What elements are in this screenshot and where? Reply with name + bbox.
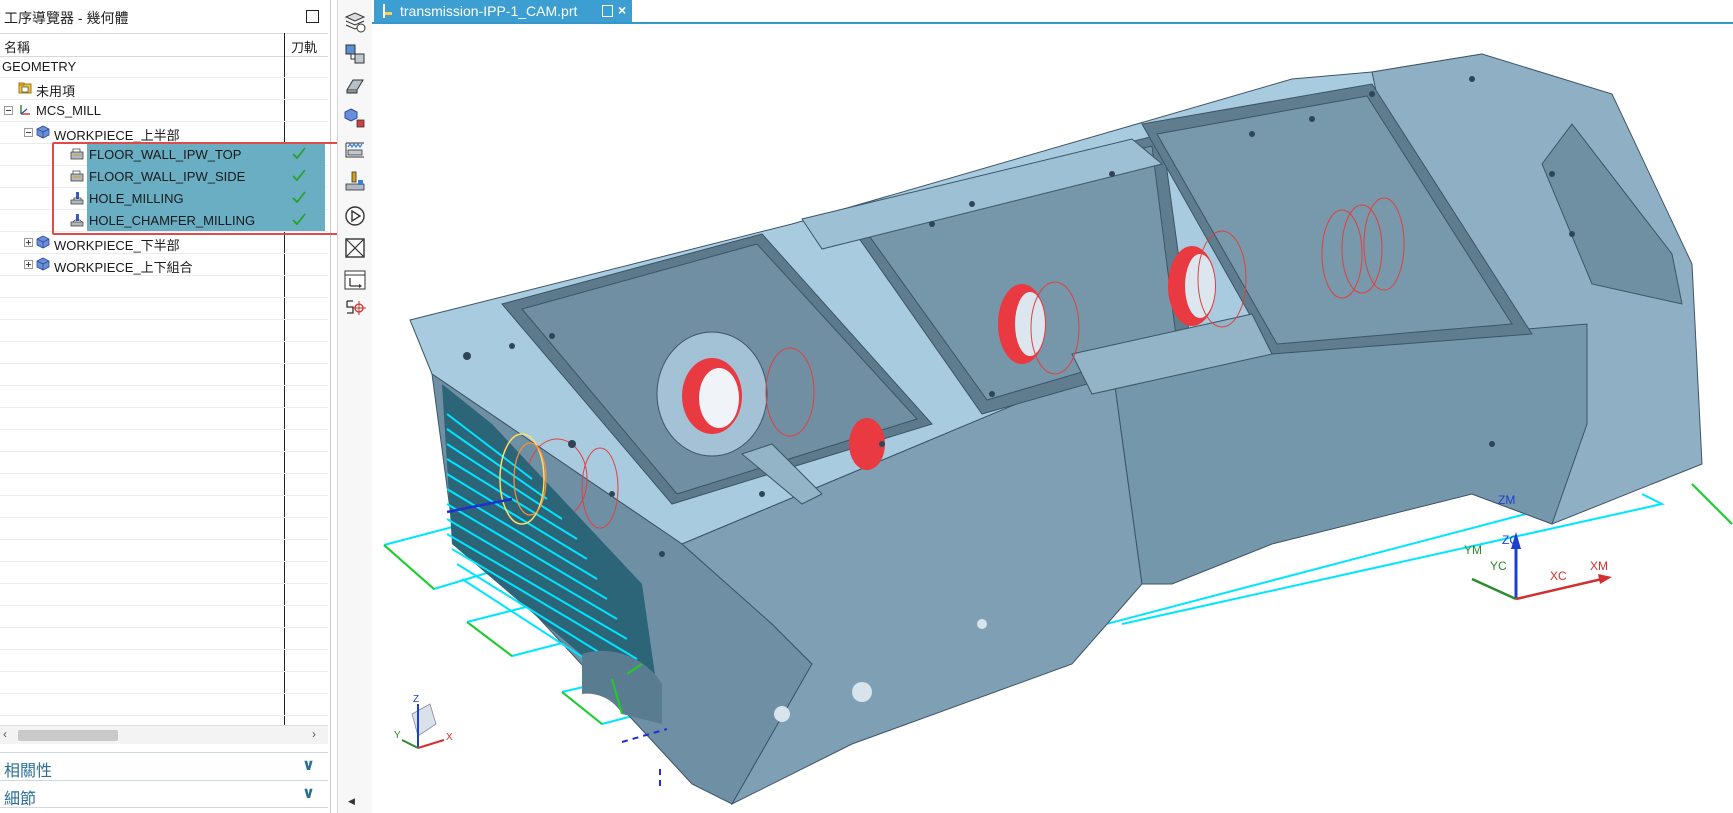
tree-label: WORKPIECE_上下組合 bbox=[54, 260, 193, 275]
empty-row bbox=[0, 275, 328, 298]
reuse-library-icon[interactable] bbox=[343, 138, 367, 162]
mcs-icon bbox=[20, 105, 30, 115]
tree-row-workpiece-upper[interactable]: WORKPIECE_上半部 bbox=[0, 121, 328, 144]
part-navigator-icon[interactable] bbox=[343, 42, 367, 66]
axis-label-zc: ZC bbox=[1502, 533, 1518, 547]
empty-row bbox=[0, 319, 328, 342]
close-box-icon[interactable] bbox=[343, 236, 367, 260]
triad-z-label: Z bbox=[413, 694, 419, 705]
empty-row bbox=[0, 605, 328, 628]
empty-row bbox=[0, 671, 328, 694]
empty-row bbox=[0, 583, 328, 606]
tree-row-geometry[interactable]: GEOMETRY bbox=[0, 55, 328, 78]
workpiece-icon bbox=[36, 257, 50, 271]
operation-navigator-icon[interactable] bbox=[343, 10, 367, 34]
workpiece-icon bbox=[36, 235, 50, 249]
column-name-header[interactable]: 名稱 bbox=[4, 37, 30, 56]
empty-row bbox=[0, 297, 328, 320]
tab-title: transmission-IPP-1_CAM.prt bbox=[400, 3, 578, 19]
machining-feature-icon[interactable] bbox=[343, 170, 367, 194]
details-section[interactable]: 細節 ∨ bbox=[0, 780, 328, 808]
tree-label: 未用項 bbox=[36, 84, 76, 99]
empty-row bbox=[0, 385, 328, 408]
tree-row-unused[interactable]: 未用項 bbox=[0, 77, 328, 100]
collapse-icon[interactable] bbox=[4, 106, 13, 115]
tab-bar: transmission-IPP-1_CAM.prt × bbox=[372, 0, 1733, 24]
section-label: 細節 bbox=[4, 791, 37, 808]
empty-row bbox=[0, 473, 328, 496]
expand-icon[interactable] bbox=[24, 238, 33, 247]
collapse-icon[interactable] bbox=[24, 128, 33, 137]
dependencies-section[interactable]: 相關性 ∨ bbox=[0, 752, 328, 780]
chevron-down-icon[interactable]: ∨ bbox=[302, 783, 315, 803]
empty-row bbox=[0, 407, 328, 430]
axis-label-ym: YM bbox=[1464, 543, 1482, 557]
tab-transmission-part[interactable]: transmission-IPP-1_CAM.prt × bbox=[374, 0, 632, 22]
view-triad: Z Y X bbox=[394, 694, 453, 749]
triad-x-label: X bbox=[446, 732, 453, 743]
workpiece-icon bbox=[36, 125, 50, 139]
scroll-left-icon[interactable]: ‹ bbox=[3, 727, 7, 741]
resource-bar: ◀ bbox=[337, 0, 373, 813]
scrollbar-thumb[interactable] bbox=[18, 730, 118, 741]
empty-row bbox=[0, 649, 328, 672]
cad-viewport[interactable]: ZM YM ZC YC XC XM Z Y X bbox=[372, 24, 1733, 813]
maximize-icon[interactable] bbox=[306, 10, 319, 23]
unused-folder-icon bbox=[18, 82, 32, 94]
empty-row bbox=[0, 363, 328, 386]
horizontal-scrollbar[interactable]: ‹ › bbox=[0, 725, 328, 744]
collapse-left-icon[interactable]: ◀ bbox=[348, 796, 355, 807]
empty-row bbox=[0, 341, 328, 364]
geometry-view-icon[interactable] bbox=[343, 106, 367, 130]
axis-label-yc: YC bbox=[1490, 559, 1507, 573]
tree-label: WORKPIECE_下半部 bbox=[54, 238, 180, 253]
close-icon[interactable]: × bbox=[618, 2, 626, 18]
empty-row bbox=[0, 539, 328, 562]
column-header: 名稱 刀軌 bbox=[0, 33, 328, 57]
section-label: 相關性 bbox=[4, 763, 53, 780]
operation-navigator: 工序導覽器 - 幾何體 名稱 刀軌 GEOMETRY 未用項 MCS_MILL … bbox=[0, 0, 339, 813]
navigator-title: 工序導覽器 - 幾何體 bbox=[4, 10, 129, 26]
chevron-down-icon[interactable]: ∨ bbox=[302, 755, 315, 775]
play-icon[interactable] bbox=[343, 204, 367, 228]
snap-point-icon[interactable] bbox=[343, 298, 367, 322]
expand-icon[interactable] bbox=[24, 260, 33, 269]
empty-row bbox=[0, 627, 328, 650]
part-file-icon bbox=[383, 4, 392, 18]
empty-row bbox=[0, 693, 328, 716]
tree-row-workpiece-combined[interactable]: WORKPIECE_上下組合 bbox=[0, 253, 328, 276]
empty-row bbox=[0, 451, 328, 474]
empty-row bbox=[0, 561, 328, 584]
triad-y-label: Y bbox=[394, 730, 401, 741]
empty-row bbox=[0, 495, 328, 518]
scroll-right-icon[interactable]: › bbox=[312, 727, 316, 741]
axis-label-xm: XM bbox=[1590, 559, 1608, 573]
selection-outline bbox=[52, 142, 339, 235]
empty-row bbox=[0, 429, 328, 452]
graphics-window[interactable]: transmission-IPP-1_CAM.prt × ZM YM ZC YC… bbox=[372, 0, 1733, 813]
tree-label: GEOMETRY bbox=[2, 59, 77, 74]
axis-label-xc: XC bbox=[1550, 569, 1567, 583]
navigator-title-bar: 工序導覽器 - 幾何體 bbox=[0, 0, 330, 33]
empty-row bbox=[0, 517, 328, 540]
column-toolpath-header[interactable]: 刀軌 bbox=[291, 37, 317, 56]
machine-tool-icon[interactable] bbox=[343, 74, 367, 98]
restore-icon[interactable] bbox=[602, 5, 613, 17]
axis-label-zm: ZM bbox=[1498, 493, 1515, 507]
coordinate-system-icon[interactable] bbox=[343, 268, 367, 292]
tree-row-mcs-mill[interactable]: MCS_MILL bbox=[0, 99, 328, 122]
tree-label: MCS_MILL bbox=[36, 103, 102, 118]
